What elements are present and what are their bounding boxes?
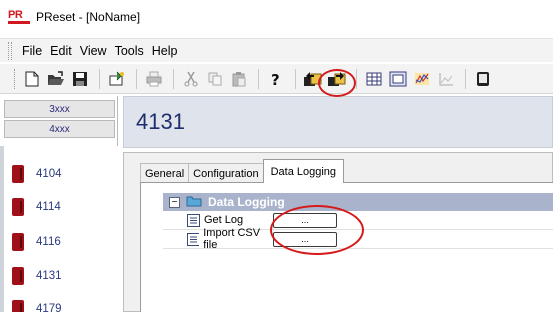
get-log-button[interactable]: ...: [273, 212, 337, 228]
help-icon[interactable]: ?: [265, 68, 287, 90]
tree-row-import-csv: Import CSV file ...: [163, 227, 553, 251]
read-from-device-icon[interactable]: [302, 68, 324, 90]
menu-tools[interactable]: Tools: [111, 44, 148, 58]
menu-file[interactable]: File: [18, 44, 46, 58]
toolbar-grip[interactable]: [14, 68, 17, 89]
document-icon: [187, 232, 200, 246]
open-folder-icon[interactable]: [45, 68, 67, 90]
device-list: 4104 4114 4116 4131 4179: [0, 146, 118, 312]
collapse-icon[interactable]: −: [169, 196, 180, 208]
page-title: 4131: [136, 109, 185, 134]
menu-view[interactable]: View: [76, 44, 111, 58]
app-logo: PR: [8, 9, 30, 24]
monitor-icon[interactable]: [387, 68, 409, 90]
paste-icon[interactable]: [228, 68, 250, 90]
device-item-4131[interactable]: 4131: [12, 266, 62, 286]
data-logging-tree: − Data Logging Get Log ... Import CSV fi…: [163, 193, 553, 251]
copy-icon[interactable]: [204, 68, 226, 90]
device-header: 4131: [123, 96, 553, 148]
title-bar: PR PReset - [NoName]: [0, 0, 553, 34]
toolbar: ?: [0, 64, 553, 94]
window-title: PReset - [NoName]: [36, 10, 141, 24]
toolbar-separator: [356, 68, 357, 89]
section-header[interactable]: − Data Logging: [163, 193, 553, 211]
svg-text:?: ?: [271, 71, 280, 87]
version-tab-3xxx[interactable]: 3xxx: [4, 100, 115, 118]
tab-data-logging[interactable]: Data Logging: [262, 159, 345, 183]
toolbar-separator: [465, 68, 466, 89]
get-log-label: Get Log: [204, 214, 244, 226]
toolbar-separator: [295, 68, 296, 89]
device-icon[interactable]: [472, 68, 494, 90]
folder-icon: [186, 195, 202, 210]
device-module-icon: [12, 165, 24, 183]
device-module-icon: [12, 233, 24, 251]
write-to-device-icon[interactable]: [326, 68, 348, 90]
table-view-icon[interactable]: [363, 68, 385, 90]
tab-configuration[interactable]: Configuration: [188, 163, 264, 183]
device-item-4116[interactable]: 4116: [12, 232, 61, 252]
device-item-4114[interactable]: 4114: [12, 197, 61, 217]
toolbar-separator: [99, 68, 100, 89]
version-tab-4xxx[interactable]: 4xxx: [4, 120, 115, 138]
tab-general[interactable]: General: [140, 163, 190, 183]
save-icon[interactable]: [69, 68, 91, 90]
import-csv-label: Import CSV file: [203, 227, 261, 251]
device-module-icon: [12, 198, 24, 216]
menu-bar: File Edit View Tools Help: [0, 38, 553, 62]
menu-help[interactable]: Help: [148, 44, 182, 58]
device-module-icon: [12, 300, 24, 312]
cut-icon[interactable]: [180, 68, 202, 90]
menu-grip[interactable]: [8, 41, 12, 60]
print-icon[interactable]: [143, 68, 165, 90]
document-icon: [187, 213, 200, 227]
device-item-4104[interactable]: 4104: [12, 164, 62, 184]
menu-edit[interactable]: Edit: [46, 44, 76, 58]
device-module-icon: [12, 267, 24, 285]
chart-icon[interactable]: [435, 68, 457, 90]
device-panel: 3xxx 4xxx 4104 4114 4116 4131 4179: [0, 96, 118, 312]
import-csv-button[interactable]: ...: [273, 231, 337, 247]
tab-bar: General Configuration Data Logging: [140, 159, 345, 183]
toolbar-separator: [173, 68, 174, 89]
content-panel: General Configuration Data Logging − Dat…: [123, 152, 553, 312]
device-item-4179[interactable]: 4179: [12, 299, 62, 312]
main-area: 4131 General Configuration Data Logging …: [119, 96, 553, 312]
tab-panel: − Data Logging Get Log ... Import CSV fi…: [140, 182, 553, 312]
trend-icon[interactable]: [411, 68, 433, 90]
toolbar-separator: [258, 68, 259, 89]
toolbar-separator: [136, 68, 137, 89]
section-title: Data Logging: [208, 195, 285, 209]
wizard-icon[interactable]: [106, 68, 128, 90]
new-file-icon[interactable]: [21, 68, 43, 90]
